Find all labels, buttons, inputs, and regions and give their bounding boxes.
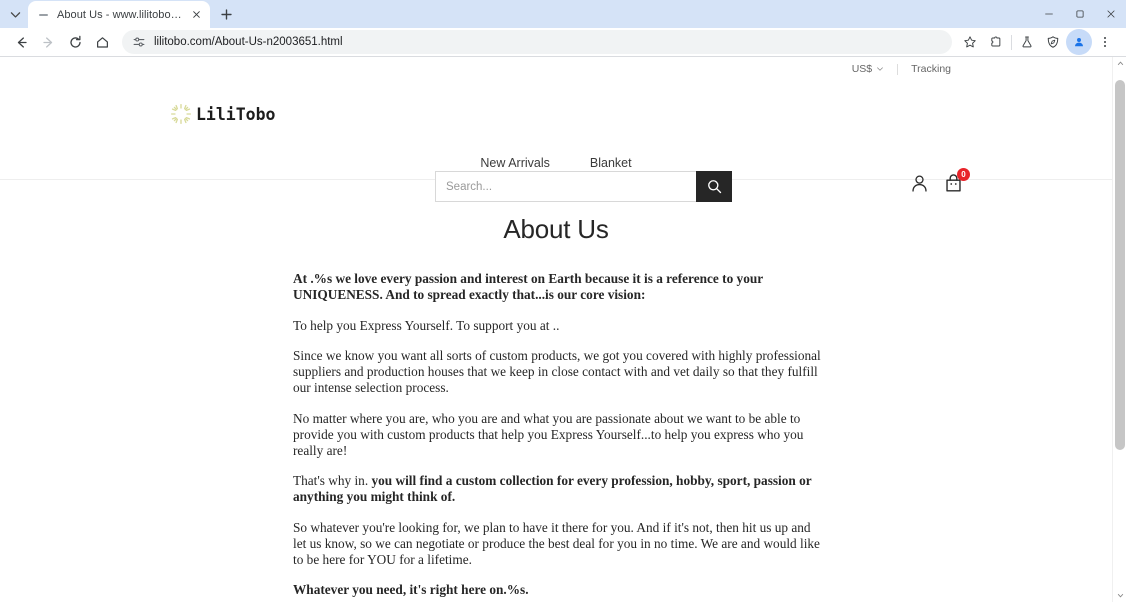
forward-arrow-icon (43, 36, 53, 48)
site-settings-icon[interactable] (131, 35, 146, 50)
browser-tab-active[interactable]: About Us - www.lilitobo.com (28, 1, 210, 28)
minimize-button[interactable] (1033, 0, 1064, 28)
scroll-down-arrow-icon (1117, 593, 1123, 598)
shield-compass-icon (1047, 36, 1059, 48)
profile-avatar-icon (1075, 37, 1083, 47)
cart-count-badge: 0 (957, 168, 970, 181)
home-button[interactable] (89, 29, 116, 56)
brand-logo-link[interactable]: LiliTobo (170, 103, 275, 125)
three-dot-menu-icon (1103, 36, 1107, 48)
scroll-up-arrow-icon (1117, 61, 1123, 66)
paragraph: To help you Express Yourself. To support… (293, 317, 560, 333)
star-icon (964, 36, 976, 48)
scroll-down-button[interactable] (1113, 589, 1126, 602)
tab-search-button[interactable] (2, 1, 28, 27)
paragraph: Since we know you want all sorts of cust… (293, 348, 821, 396)
page-title: About Us (503, 214, 609, 244)
paragraph: So whatever you're looking for, we plan … (293, 519, 820, 567)
plus-icon (220, 8, 232, 20)
address-bar[interactable]: lilitobo.com/About-Us-n2003651.html (122, 30, 952, 54)
home-icon (97, 36, 108, 48)
flask-icon (1022, 36, 1032, 48)
paragraph: Whatever you need, it's right here on.%s… (293, 582, 529, 598)
back-arrow-icon (17, 36, 27, 48)
tracking-link[interactable]: Tracking (898, 63, 964, 75)
scroll-up-button[interactable] (1113, 57, 1126, 70)
page-content: About Us At .%s we love every passion an… (0, 180, 1112, 598)
window-controls (1033, 0, 1126, 28)
back-button[interactable] (8, 29, 35, 56)
chevron-down-icon (10, 11, 20, 18)
web-page: US$ Tracking LiliTobo Search... 0 New Ar… (0, 57, 1112, 602)
labs-button[interactable] (1014, 29, 1040, 55)
header-actions: 0 (909, 168, 970, 194)
paragraph-strong: you will find a custom collection for ev… (293, 473, 812, 505)
reload-button[interactable] (62, 29, 89, 56)
site-header: LiliTobo Search... 0 (0, 81, 1112, 202)
paragraph-mixed: That's why in. you will find a custom co… (293, 473, 823, 505)
brand-name: LiliTobo (196, 104, 276, 124)
tracking-label: Tracking (911, 63, 951, 75)
profile-button[interactable] (1066, 29, 1092, 55)
forward-button[interactable] (35, 29, 62, 56)
chevron-down-icon (876, 65, 884, 73)
close-icon (1106, 10, 1115, 18)
site-search (435, 171, 732, 202)
close-tab-button[interactable] (189, 7, 204, 22)
currency-label: US$ (851, 63, 873, 75)
url-text: lilitobo.com/About-Us-n2003651.html (154, 36, 343, 48)
about-us-article: At .%s we love every passion and interes… (293, 271, 823, 598)
account-person-icon (912, 175, 927, 192)
chrome-menu-button[interactable] (1092, 29, 1118, 55)
close-window-button[interactable] (1095, 0, 1126, 28)
sunburst-logo-icon (170, 103, 192, 125)
maximize-icon (1075, 10, 1084, 18)
generic-page-favicon (37, 8, 50, 21)
currency-selector[interactable]: US$ (839, 63, 897, 75)
paragraph: No matter where you are, who you are and… (293, 410, 804, 458)
browser-toolbar: lilitobo.com/About-Us-n2003651.html (0, 28, 1126, 57)
page-scrollbar[interactable] (1112, 57, 1126, 602)
search-submit-button[interactable] (696, 171, 732, 202)
bookmark-button[interactable] (957, 29, 983, 55)
scrollbar-thumb[interactable] (1115, 80, 1125, 450)
cart-button[interactable]: 0 (943, 168, 970, 194)
tab-title: About Us - www.lilitobo.com (57, 8, 182, 21)
paragraph: At .%s we love every passion and interes… (293, 271, 763, 302)
scrollbar-track[interactable] (1113, 70, 1126, 589)
page-viewport: US$ Tracking LiliTobo Search... 0 New Ar… (0, 57, 1126, 602)
search-input[interactable] (435, 171, 696, 202)
paragraph-lead: That's why in. (293, 473, 372, 489)
new-tab-button[interactable] (213, 1, 239, 27)
maximize-button[interactable] (1064, 0, 1095, 28)
minimize-icon (1044, 13, 1053, 15)
search-icon (707, 180, 721, 194)
browser-window: About Us - www.lilitobo.com lilitobo.com… (0, 0, 1126, 602)
account-button[interactable] (909, 173, 930, 194)
sliders-icon (133, 37, 144, 47)
site-utility-bar: US$ Tracking (0, 57, 1112, 81)
toolbar-divider (1011, 34, 1012, 50)
puzzle-icon (991, 36, 1001, 47)
reload-icon (70, 35, 81, 48)
close-icon (193, 11, 200, 18)
extensions-button[interactable] (983, 29, 1009, 55)
privacy-button[interactable] (1040, 29, 1066, 55)
tab-strip: About Us - www.lilitobo.com (0, 0, 1126, 28)
